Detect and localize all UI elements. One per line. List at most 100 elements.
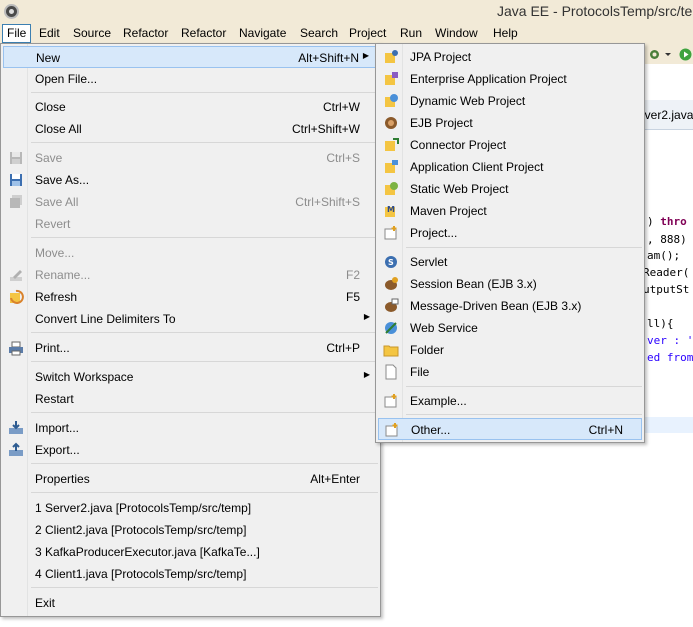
new-menu-enterprise-application-project[interactable]: Enterprise Application Project [378, 68, 642, 90]
menu-separator [31, 463, 378, 464]
file-menu-revert[interactable]: Revert [3, 213, 378, 235]
file-menu-save[interactable]: Save Ctrl+S [3, 147, 378, 169]
file-menu-convert-line-delimiters[interactable]: Convert Line Delimiters To ▶ [3, 308, 378, 330]
code-line: ll){ [647, 317, 674, 330]
file-menu-recent-3[interactable]: 3 KafkaProducerExecutor.java [KafkaTe...… [3, 541, 378, 563]
file-menu-open-file[interactable]: Open File... [3, 68, 378, 90]
new-menu-ejb-project[interactable]: EJB Project [378, 112, 642, 134]
file-menu-export[interactable]: Export... [3, 439, 378, 461]
connector-project-icon [385, 138, 399, 151]
eclipse-icon[interactable] [4, 4, 19, 19]
new-menu-static-web-project[interactable]: Static Web Project [378, 178, 642, 200]
menu-source[interactable]: Source [69, 24, 115, 43]
menu-separator [31, 587, 378, 588]
file-menu-restart[interactable]: Restart [3, 388, 378, 410]
menu-separator [406, 414, 642, 415]
menu-separator [31, 237, 378, 238]
gear-icon[interactable] [648, 48, 661, 61]
code-line: ) thro [647, 215, 687, 228]
menu-separator [31, 412, 378, 413]
menu-refactor-2[interactable]: Refactor [177, 24, 230, 43]
file-menu-close[interactable]: Close Ctrl+W [3, 96, 378, 118]
menu-separator [31, 332, 378, 333]
file-menu-switch-workspace[interactable]: Switch Workspace ▶ [3, 366, 378, 388]
file-menu-print[interactable]: Print... Ctrl+P [3, 337, 378, 359]
menu-project[interactable]: Project [345, 24, 390, 43]
file-menu-recent-1[interactable]: 1 Server2.java [ProtocolsTemp/src/temp] [3, 497, 378, 519]
new-menu-dynamic-web-project[interactable]: Dynamic Web Project [378, 90, 642, 112]
ejb-project-icon [385, 117, 397, 129]
static-web-project-icon [385, 182, 398, 195]
file-menu-save-as[interactable]: Save As... [3, 169, 378, 191]
file-menu-move[interactable]: Move... [3, 242, 378, 264]
file-menu-recent-4[interactable]: 4 Client1.java [ProtocolsTemp/src/temp] [3, 563, 378, 585]
file-menu-exit[interactable]: Exit [3, 592, 378, 614]
menu-bar: File Edit Source Refactor Refactor Navig… [0, 24, 693, 44]
new-menu-example[interactable]: Example... [378, 390, 642, 412]
code-line: ver : ' [647, 334, 693, 347]
save-icon [10, 152, 22, 164]
submenu-arrow-icon: ▶ [363, 312, 370, 321]
example-icon [384, 394, 397, 408]
menu-separator [31, 92, 378, 93]
run-icon[interactable] [679, 48, 692, 61]
file-menu: New Alt+Shift+N ▶ Open File... Close Ctr… [0, 43, 381, 617]
new-menu-jpa-project[interactable]: JPA Project [378, 46, 642, 68]
menu-separator [31, 142, 378, 143]
file-menu-properties[interactable]: Properties Alt+Enter [3, 468, 378, 490]
new-menu-file[interactable]: File [378, 361, 642, 383]
dynamic-web-project-icon [385, 94, 398, 107]
new-menu-maven-project[interactable]: M Maven Project [378, 200, 642, 222]
menu-window[interactable]: Window [431, 24, 482, 43]
menu-search[interactable]: Search [296, 24, 342, 43]
menu-separator [406, 386, 642, 387]
save-all-icon [10, 195, 22, 208]
submenu-arrow-icon: ▶ [363, 370, 370, 379]
current-line-highlight [643, 417, 693, 433]
rename-icon [10, 270, 22, 281]
new-menu-message-driven-bean[interactable]: Message-Driven Bean (EJB 3.x) [378, 295, 642, 317]
menu-separator [31, 361, 378, 362]
menu-navigate[interactable]: Navigate [235, 24, 290, 43]
new-menu-web-service[interactable]: Web Service [378, 317, 642, 339]
new-menu-servlet[interactable]: S Servlet [378, 251, 642, 273]
export-icon [9, 442, 23, 456]
svg-text:S: S [388, 258, 394, 267]
refresh-icon [10, 289, 24, 304]
save-as-icon [10, 174, 22, 186]
app-client-project-icon [385, 160, 398, 173]
new-menu-application-client-project[interactable]: Application Client Project [378, 156, 642, 178]
new-menu-connector-project[interactable]: Connector Project [378, 134, 642, 156]
new-menu-other[interactable]: Other... Ctrl+N [378, 418, 642, 440]
file-menu-rename[interactable]: Rename... F2 [3, 264, 378, 286]
session-bean-icon [385, 277, 398, 290]
file-menu-close-all[interactable]: Close All Ctrl+Shift+W [3, 118, 378, 140]
code-line: Reader( [643, 266, 690, 279]
menu-help[interactable]: Help [489, 24, 522, 43]
file-menu-recent-2[interactable]: 2 Client2.java [ProtocolsTemp/src/temp] [3, 519, 378, 541]
code-line: , 888) [647, 233, 687, 246]
file-menu-import[interactable]: Import... [3, 417, 378, 439]
chevron-down-icon[interactable] [664, 48, 672, 61]
web-service-icon [385, 322, 397, 334]
menu-separator [406, 247, 642, 248]
menu-run[interactable]: Run [396, 24, 426, 43]
import-icon [9, 421, 23, 434]
message-driven-bean-icon [385, 298, 399, 312]
title-bar: Java EE - ProtocolsTemp/src/te [0, 0, 693, 24]
menu-file[interactable]: File [2, 24, 32, 43]
menu-refactor[interactable]: Refactor [119, 24, 172, 43]
file-menu-save-all[interactable]: Save All Ctrl+Shift+S [3, 191, 378, 213]
new-menu-folder[interactable]: Folder [378, 339, 642, 361]
code-line: utputSt [643, 283, 690, 296]
file-menu-new[interactable]: New Alt+Shift+N ▶ [3, 46, 378, 68]
menu-edit[interactable]: Edit [35, 24, 64, 43]
new-submenu: JPA Project Enterprise Application Proje… [375, 43, 645, 443]
new-menu-session-bean[interactable]: Session Bean (EJB 3.x) [378, 273, 642, 295]
project-icon [384, 226, 397, 240]
menu-separator [31, 492, 378, 493]
file-menu-refresh[interactable]: Refresh F5 [3, 286, 378, 308]
svg-text:M: M [387, 205, 395, 214]
new-menu-project[interactable]: Project... [378, 222, 642, 244]
other-wizard-icon [385, 423, 398, 437]
